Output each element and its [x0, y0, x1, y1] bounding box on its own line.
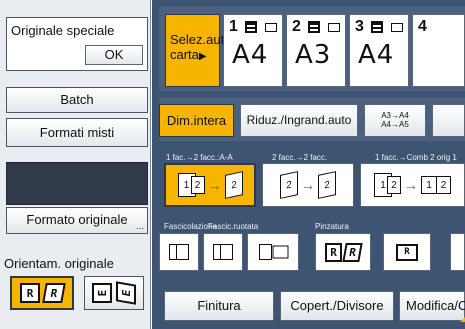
- orientation-glyph-upright: R: [20, 283, 40, 303]
- tray-1-button[interactable]: 1 A4: [223, 14, 283, 87]
- staple-glyph-icon: R: [325, 242, 342, 262]
- paper-select-row: Selez.auto carta▶ 1 A4 2 A3 3 A4 4: [159, 6, 465, 91]
- paper-sheet-icon: [265, 23, 277, 32]
- arrow-right-icon: →: [404, 177, 418, 193]
- tray-size: A3: [295, 40, 332, 70]
- more-finishing-button[interactable]: [450, 233, 465, 271]
- original-size-button[interactable]: Formato originale ...: [6, 207, 148, 234]
- reduce-enlarge-row: Dim.intera Riduz./Ingrand.auto A3→A4 A4→…: [159, 98, 465, 141]
- paper-stack-icon: [371, 21, 383, 33]
- tray-number: 4: [418, 18, 427, 35]
- full-size-button[interactable]: Dim.intera: [159, 104, 234, 137]
- duplex-label-1: 1 fac.→2 facc.:A-A: [166, 153, 233, 162]
- orientation-glyph-rotated-tilted: E: [116, 281, 136, 305]
- combined-page-left: 1: [426, 179, 432, 191]
- tray-size: A4: [232, 40, 269, 70]
- tab-edit[interactable]: Modifica/C: [399, 291, 465, 322]
- preset-ratio-line-1: A3→A4: [381, 111, 409, 120]
- auto-reduce-enlarge-button[interactable]: Riduz./Ingrand.auto: [240, 104, 358, 137]
- preset-ratio-line-2: A4→A5: [381, 120, 409, 129]
- special-original-box: Originale speciale OK: [6, 17, 148, 71]
- tray-number: 1: [229, 18, 238, 35]
- page-icon: 2: [387, 176, 401, 194]
- tab-finitura[interactable]: Finitura: [164, 291, 274, 321]
- status-display: [6, 162, 148, 205]
- one-to-two-sided-button[interactable]: 1 2 → 2: [164, 163, 256, 207]
- auto-paper-label-2: carta: [170, 47, 199, 62]
- rotated-pages-icon: [272, 245, 289, 259]
- left-panel: Originale speciale OK Batch Formati mist…: [0, 0, 151, 329]
- combine-two-originals-button[interactable]: 1 2 → 1 2: [360, 163, 465, 207]
- tray-2-button[interactable]: 2 A3: [286, 14, 346, 87]
- page-icon: 2: [190, 176, 205, 194]
- tray-number: 3: [355, 18, 364, 35]
- caret-up-icon: [460, 316, 465, 322]
- paper-stack-icon: [308, 21, 320, 33]
- orientation-label: Orientam. originale: [4, 256, 114, 271]
- tray-number: 2: [292, 18, 301, 35]
- right-panel: Selez.auto carta▶ 1 A4 2 A3 3 A4 4 Dim.i…: [152, 0, 465, 329]
- sort-alt-button[interactable]: [203, 233, 243, 271]
- orientation-unreadable-button[interactable]: E E: [84, 276, 144, 310]
- special-original-ok-button[interactable]: OK: [85, 45, 143, 65]
- arrow-right-icon: →: [301, 177, 315, 193]
- paper-sheet-icon: [328, 23, 340, 32]
- combined-page-right: 2: [436, 177, 450, 193]
- original-size-label: Formato originale: [26, 212, 128, 227]
- tray-size: A4: [358, 40, 395, 70]
- paper-stack-icon: [245, 21, 257, 33]
- auto-paper-select-button[interactable]: Selez.auto carta▶: [165, 14, 232, 87]
- bottom-tabs: Finitura Copert./Divisore Modifica/C: [152, 285, 465, 329]
- stacked-pages-icon: [259, 244, 272, 260]
- two-to-two-sided-button[interactable]: 2 → 2: [262, 163, 354, 207]
- staple-position-icon: R: [396, 243, 418, 261]
- orientation-glyph-rotated: E: [92, 283, 112, 303]
- tab-edit-label: Modifica/C: [406, 298, 465, 313]
- duplex-label-2: 2 facc.→2 facc.: [272, 153, 328, 162]
- staple-label: Pinzatura: [315, 222, 349, 231]
- mixed-sizes-button[interactable]: Formati misti: [6, 118, 148, 147]
- play-icon: ▶: [198, 51, 207, 62]
- duplex-page-icon: 2: [280, 171, 298, 199]
- orientation-readable-button[interactable]: R R: [10, 276, 74, 310]
- preset-ratio-button[interactable]: A3→A4 A4→A5: [364, 104, 426, 137]
- duplex-page-icon: 2: [224, 171, 243, 199]
- more-ratio-button[interactable]: [432, 104, 465, 137]
- staple-position-button[interactable]: R: [383, 233, 431, 271]
- staple-button[interactable]: R R: [315, 233, 371, 271]
- auto-paper-label-1: Selez.auto: [170, 32, 232, 47]
- stacked-pages-icon: [176, 244, 189, 260]
- sort-button[interactable]: [159, 233, 199, 271]
- tray-4-button[interactable]: 4: [412, 14, 465, 87]
- combined-page-icon: 1 2: [421, 176, 451, 194]
- batch-button[interactable]: Batch: [6, 87, 148, 113]
- staple-glyph-tilted-icon: R: [342, 242, 363, 262]
- paper-sheet-icon: [391, 23, 403, 32]
- rotate-sort-label: Fascic.ruotata: [208, 222, 259, 231]
- more-indicator: ...: [136, 221, 144, 231]
- tab-cover-divider[interactable]: Copert./Divisore: [280, 291, 394, 321]
- stacked-pages-icon: [220, 244, 233, 260]
- duplex-page-icon: 2: [318, 171, 336, 199]
- orientation-glyph-upright-tilted: R: [42, 283, 66, 303]
- arrow-right-icon: →: [207, 177, 222, 193]
- tray-3-button[interactable]: 3 A4: [349, 14, 409, 87]
- duplex-label-3: 1 facc.→Comb 2 orig 1: [375, 153, 457, 162]
- rotate-sort-button[interactable]: [247, 233, 299, 271]
- special-original-title: Originale speciale: [11, 23, 115, 38]
